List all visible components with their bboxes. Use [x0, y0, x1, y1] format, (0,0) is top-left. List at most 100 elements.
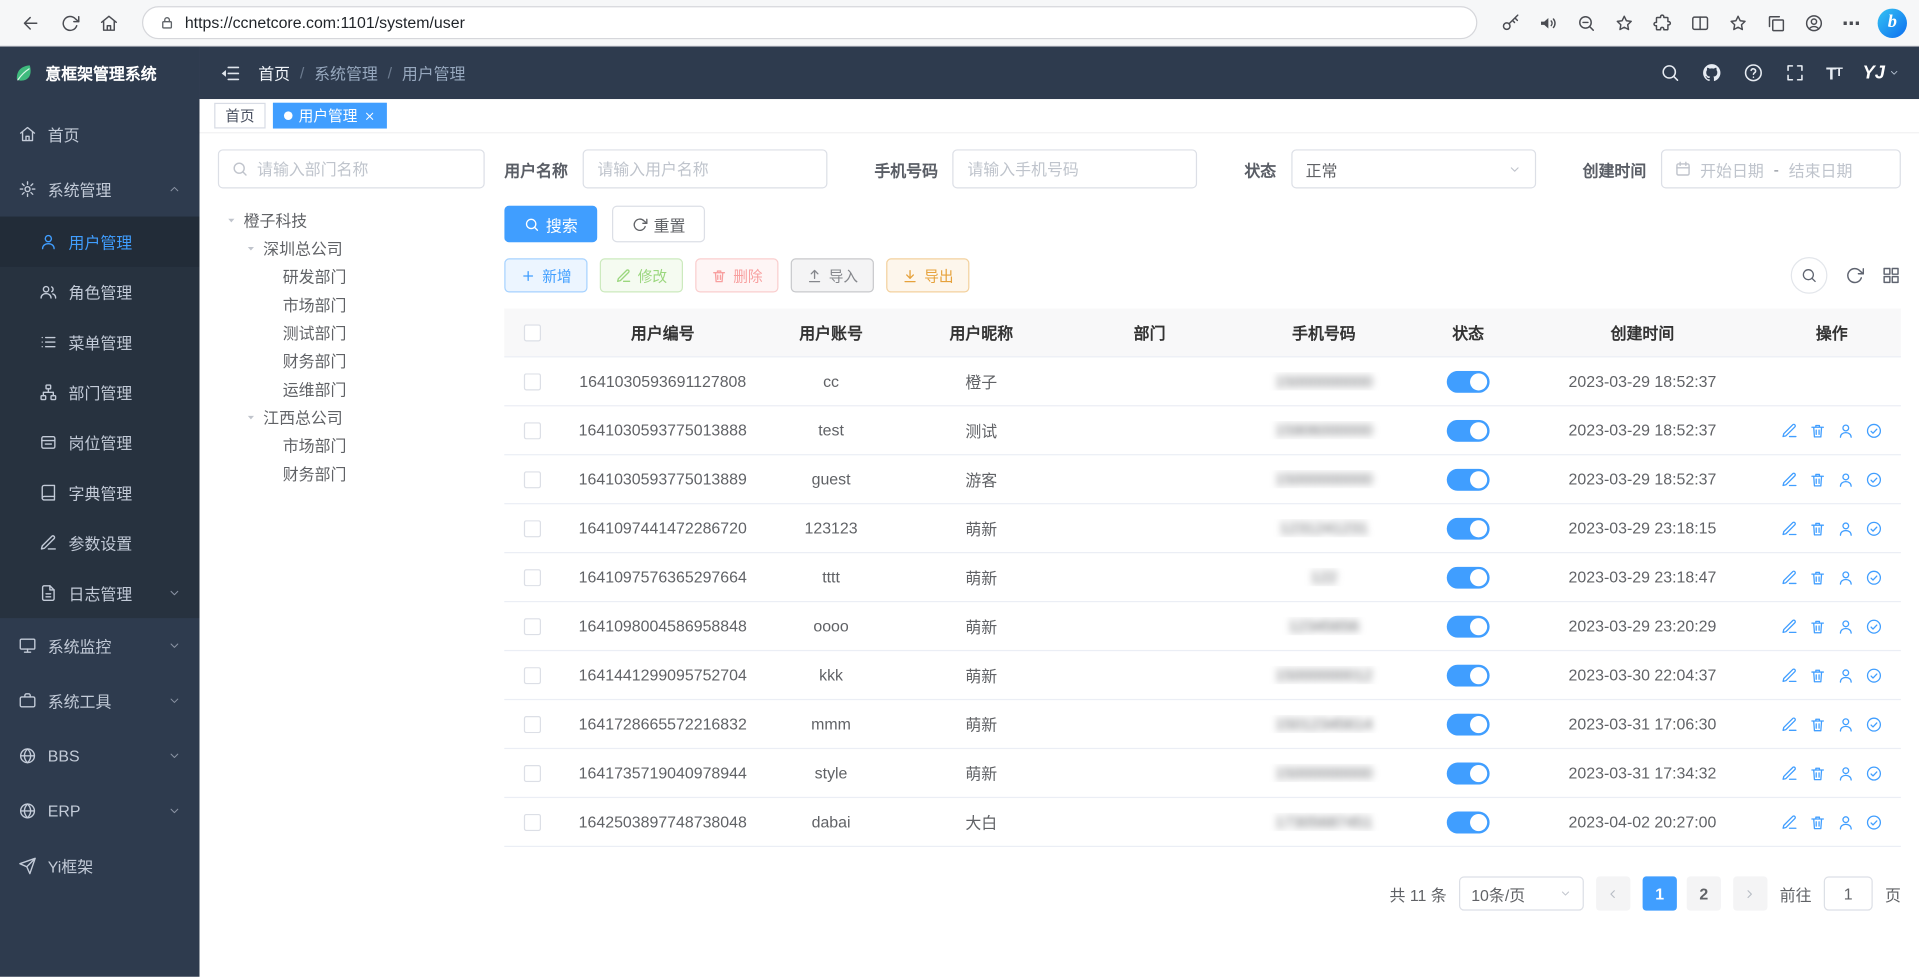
tree-node[interactable]: 测试部门 [218, 318, 485, 346]
row-checkbox[interactable] [524, 422, 541, 439]
split-screen-icon[interactable] [1682, 4, 1719, 41]
sidebar-item-log[interactable]: 日志管理 [0, 568, 200, 618]
sidebar-item-param[interactable]: 参数设置 [0, 518, 200, 568]
sidebar-item-dept[interactable]: 部门管理 [0, 367, 200, 417]
zoom-icon[interactable] [1568, 4, 1605, 41]
status-toggle[interactable] [1447, 713, 1490, 735]
sidebar-item-erp[interactable]: ERP [0, 783, 200, 838]
status-toggle[interactable] [1447, 566, 1490, 588]
edit-button[interactable]: 修改 [600, 258, 683, 292]
tree-node[interactable]: 深圳总公司 [218, 234, 485, 262]
header-search-icon[interactable] [1660, 62, 1681, 83]
row-delete-icon[interactable] [1809, 813, 1826, 830]
sidebar-item-post[interactable]: 岗位管理 [0, 417, 200, 467]
row-reset-password-icon[interactable] [1837, 715, 1854, 732]
favorites-bar-icon[interactable] [1720, 4, 1757, 41]
sidebar-item-system[interactable]: 系统管理 [0, 162, 200, 217]
row-delete-icon[interactable] [1809, 764, 1826, 781]
import-button[interactable]: 导入 [791, 258, 874, 292]
help-icon[interactable] [1743, 62, 1764, 83]
status-toggle[interactable] [1447, 370, 1490, 392]
tree-expand-icon[interactable] [245, 242, 257, 254]
row-edit-icon[interactable] [1781, 813, 1798, 830]
row-checkbox[interactable] [524, 764, 541, 781]
tree-node[interactable]: 研发部门 [218, 262, 485, 290]
tree-node[interactable]: 江西总公司 [218, 403, 485, 431]
row-checkbox[interactable] [524, 373, 541, 390]
row-assign-role-icon[interactable] [1865, 471, 1882, 488]
row-reset-password-icon[interactable] [1837, 618, 1854, 635]
row-edit-icon[interactable] [1781, 569, 1798, 586]
sidebar-toggle-button[interactable] [219, 62, 241, 84]
font-size-icon[interactable]: TT [1826, 63, 1842, 83]
select-all-checkbox[interactable] [524, 324, 541, 341]
tree-node[interactable]: 橙子科技 [218, 206, 485, 234]
delete-button[interactable]: 删除 [695, 258, 778, 292]
row-reset-password-icon[interactable] [1837, 666, 1854, 683]
search-button[interactable]: 搜索 [504, 206, 597, 243]
sidebar-item-home[interactable]: 首页 [0, 106, 200, 161]
row-edit-icon[interactable] [1781, 666, 1798, 683]
row-edit-icon[interactable] [1781, 520, 1798, 537]
collections-icon[interactable] [1758, 4, 1795, 41]
favorites-add-icon[interactable] [1606, 4, 1643, 41]
row-reset-password-icon[interactable] [1837, 569, 1854, 586]
dept-search-input[interactable] [257, 160, 471, 178]
prev-page-button[interactable] [1596, 876, 1630, 910]
user-avatar[interactable]: YJ [1862, 62, 1899, 83]
extensions-icon[interactable] [1644, 4, 1681, 41]
column-settings-button[interactable] [1881, 266, 1901, 286]
export-button[interactable]: 导出 [886, 258, 969, 292]
status-toggle[interactable] [1447, 517, 1490, 539]
row-assign-role-icon[interactable] [1865, 764, 1882, 781]
sidebar-item-tools[interactable]: 系统工具 [0, 673, 200, 728]
row-assign-role-icon[interactable] [1865, 569, 1882, 586]
sidebar-item-user[interactable]: 用户管理 [0, 217, 200, 267]
sidebar-item-yi[interactable]: Yi框架 [0, 838, 200, 893]
next-page-button[interactable] [1733, 876, 1767, 910]
status-select[interactable]: 正常 [1291, 149, 1536, 188]
row-checkbox[interactable] [524, 569, 541, 586]
password-key-icon[interactable] [1492, 4, 1529, 41]
row-reset-password-icon[interactable] [1837, 422, 1854, 439]
row-edit-icon[interactable] [1781, 764, 1798, 781]
tree-node[interactable]: 市场部门 [218, 290, 485, 318]
date-range-picker[interactable]: 开始日期 - 结束日期 [1661, 149, 1901, 188]
row-delete-icon[interactable] [1809, 520, 1826, 537]
browser-back-button[interactable] [12, 4, 49, 41]
browser-refresh-button[interactable] [51, 4, 88, 41]
tab-首页[interactable]: 首页 [214, 103, 265, 129]
row-reset-password-icon[interactable] [1837, 471, 1854, 488]
tree-node[interactable]: 运维部门 [218, 375, 485, 403]
status-toggle[interactable] [1447, 811, 1490, 833]
row-delete-icon[interactable] [1809, 666, 1826, 683]
sidebar-item-role[interactable]: 角色管理 [0, 267, 200, 317]
row-checkbox[interactable] [524, 471, 541, 488]
status-toggle[interactable] [1447, 468, 1490, 490]
bing-chat-icon[interactable]: b [1878, 8, 1907, 37]
refresh-table-button[interactable] [1845, 266, 1865, 286]
more-options-icon[interactable]: ⋯ [1834, 4, 1871, 41]
row-checkbox[interactable] [524, 666, 541, 683]
sidebar-item-dict[interactable]: 字典管理 [0, 468, 200, 518]
tree-node[interactable]: 财务部门 [218, 346, 485, 374]
row-delete-icon[interactable] [1809, 569, 1826, 586]
goto-page-input[interactable] [1824, 876, 1873, 910]
row-edit-icon[interactable] [1781, 715, 1798, 732]
fullscreen-icon[interactable] [1785, 62, 1806, 83]
row-delete-icon[interactable] [1809, 715, 1826, 732]
tree-node[interactable]: 财务部门 [218, 459, 485, 487]
row-checkbox[interactable] [524, 715, 541, 732]
row-edit-icon[interactable] [1781, 422, 1798, 439]
row-delete-icon[interactable] [1809, 471, 1826, 488]
row-edit-icon[interactable] [1781, 471, 1798, 488]
page-button-1[interactable]: 1 [1643, 876, 1677, 910]
browser-home-button[interactable] [91, 4, 128, 41]
breadcrumb-item[interactable]: 首页 [258, 61, 290, 84]
row-assign-role-icon[interactable] [1865, 813, 1882, 830]
breadcrumb-item[interactable]: 系统管理 [314, 61, 378, 84]
row-delete-icon[interactable] [1809, 618, 1826, 635]
row-assign-role-icon[interactable] [1865, 666, 1882, 683]
read-aloud-icon[interactable] [1530, 4, 1567, 41]
sidebar-item-bbs[interactable]: BBS [0, 728, 200, 783]
